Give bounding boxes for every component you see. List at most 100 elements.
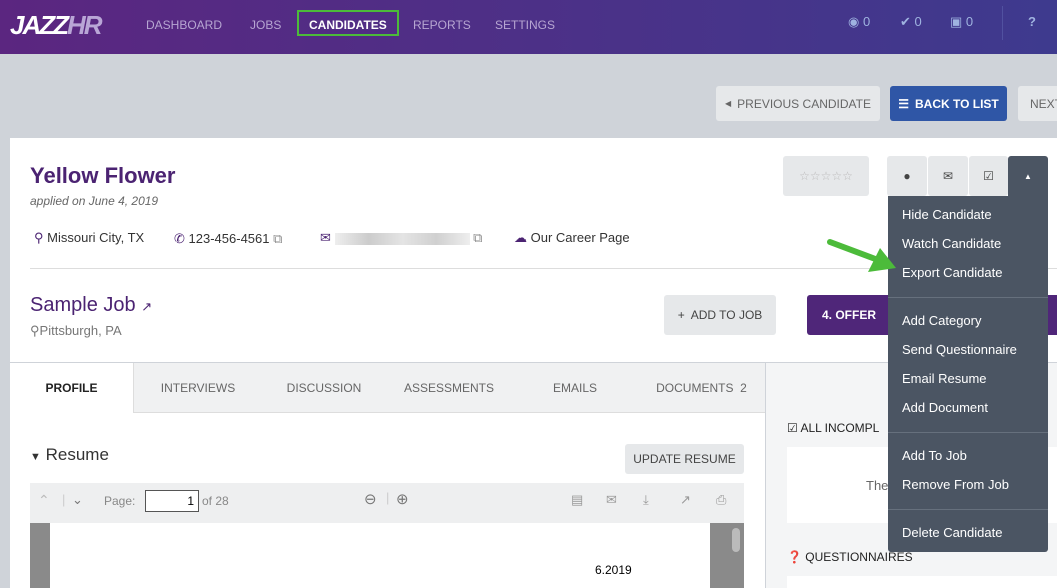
- checkbox-icon: ☑: [787, 421, 798, 435]
- incomplete-tasks-header[interactable]: ☑ ALL INCOMPL: [787, 421, 879, 435]
- phone-icon: ✆: [174, 231, 185, 246]
- menu-add-to-job[interactable]: Add To Job: [902, 448, 967, 463]
- envelope-icon: ✉: [942, 169, 954, 183]
- tab-interviews[interactable]: INTERVIEWS: [134, 363, 262, 413]
- tab-discussion[interactable]: DISCUSSION: [262, 363, 386, 413]
- candidate-phone: ✆ 123-456-4561 ⧉: [174, 231, 282, 247]
- tab-documents-label: DOCUMENTS: [656, 381, 734, 395]
- tab-profile[interactable]: PROFILE: [10, 363, 134, 413]
- copy-icon[interactable]: ⧉: [273, 231, 282, 246]
- top-nav: JAZZHR DASHBOARD JOBS CANDIDATES REPORTS…: [0, 0, 1057, 54]
- list-icon: ☰: [898, 96, 909, 111]
- open-external-icon[interactable]: ↗: [680, 492, 691, 508]
- job-location: ⚲Pittsburgh, PA: [30, 323, 122, 339]
- download-icon[interactable]: ⤓: [643, 492, 649, 508]
- tab-assessments[interactable]: ASSESSMENTS: [386, 363, 512, 413]
- tasks-button[interactable]: ✔ 0: [900, 14, 922, 30]
- green-arrow-annotation: [827, 239, 896, 272]
- caret-left-icon: ◀: [725, 99, 732, 108]
- add-to-job-button[interactable]: + ADD TO JOB: [664, 295, 776, 335]
- eye-icon: ◉: [848, 14, 860, 29]
- more-actions-menu: Hide Candidate Watch Candidate Export Ca…: [888, 196, 1048, 552]
- next-page-icon[interactable]: ⌄: [72, 492, 83, 508]
- external-link-icon[interactable]: ↗: [141, 299, 152, 314]
- candidate-location: ⚲ Missouri City, TX: [34, 230, 144, 246]
- menu-email-resume[interactable]: Email Resume: [902, 371, 987, 386]
- update-resume-button[interactable]: UPDATE RESUME: [625, 444, 744, 474]
- job-title[interactable]: Sample Job ↗: [30, 294, 152, 317]
- pdf-text: 6.2019: [595, 563, 632, 577]
- envelope-icon: ✉: [320, 230, 331, 245]
- tab-documents[interactable]: DOCUMENTS 2: [638, 363, 765, 413]
- toolbar-sep: |: [386, 490, 390, 505]
- comment-button[interactable]: ●: [887, 156, 927, 196]
- menu-remove-from-job[interactable]: Remove From Job: [902, 477, 1009, 492]
- caret-up-icon: ▲: [1024, 171, 1032, 181]
- toolbar-sep: |: [62, 492, 66, 507]
- phone-text: 123-456-4561: [188, 231, 270, 246]
- check-icon: ✔: [900, 14, 911, 29]
- questionnaires-label: QUESTIONNAIRES: [805, 550, 913, 564]
- help-icon[interactable]: ?: [1028, 14, 1036, 29]
- menu-divider: [888, 432, 1048, 433]
- task-button[interactable]: ☑: [969, 156, 1008, 196]
- menu-hide-candidate[interactable]: Hide Candidate: [902, 207, 992, 222]
- add-to-job-label: ADD TO JOB: [690, 308, 763, 322]
- nav-dashboard[interactable]: DASHBOARD: [136, 14, 232, 36]
- menu-divider: [888, 509, 1048, 510]
- menu-export-candidate[interactable]: Export Candidate: [902, 265, 1002, 280]
- questionnaires-box: [787, 576, 1057, 588]
- candidate-name: Yellow Flower: [30, 163, 176, 188]
- inbox-button[interactable]: ▣ 0: [950, 14, 973, 30]
- pdf-page: [50, 523, 710, 588]
- location-text: Missouri City, TX: [47, 230, 145, 245]
- previous-candidate-button[interactable]: ◀ PREVIOUS CANDIDATE: [716, 86, 880, 121]
- menu-watch-candidate[interactable]: Watch Candidate: [902, 236, 1001, 251]
- comment-icon: ●: [903, 169, 911, 183]
- email-button[interactable]: ✉: [928, 156, 968, 196]
- nav-candidates[interactable]: CANDIDATES: [297, 10, 399, 36]
- back-label: BACK TO LIST: [914, 96, 999, 111]
- menu-delete-candidate[interactable]: Delete Candidate: [902, 525, 1002, 540]
- nav-divider: [1002, 6, 1003, 40]
- next-candidate-button[interactable]: NEXT: [1018, 86, 1057, 121]
- inbox-count: 0: [965, 14, 974, 29]
- prev-page-icon[interactable]: ⌃: [38, 492, 50, 509]
- questionnaires-header[interactable]: ❓ QUESTIONNAIRES: [787, 550, 913, 564]
- incomplete-label: ALL INCOMPL: [800, 421, 880, 435]
- previous-label: PREVIOUS CANDIDATE: [737, 96, 871, 111]
- candidate-email: ✉ ⧉: [320, 230, 482, 246]
- tab-emails[interactable]: EMAILS: [512, 363, 638, 413]
- logo-text: JAZZ: [10, 10, 69, 40]
- print-icon[interactable]: ⎙: [716, 492, 726, 508]
- jazzhr-logo[interactable]: JAZZHR: [10, 10, 103, 41]
- zoom-in-icon[interactable]: ⊕: [396, 490, 409, 508]
- nav-settings[interactable]: SETTINGS: [485, 14, 565, 36]
- watching-button[interactable]: ◉ 0: [848, 14, 870, 30]
- pdf-scrollbar[interactable]: [732, 528, 740, 552]
- document-icon[interactable]: ▤: [571, 492, 583, 508]
- applied-date: applied on June 4, 2019: [30, 194, 159, 208]
- nav-reports[interactable]: REPORTS: [403, 14, 481, 36]
- page-input[interactable]: [145, 490, 199, 512]
- resume-heading[interactable]: ▼ Resume: [30, 445, 109, 465]
- copy-icon[interactable]: ⧉: [473, 230, 482, 245]
- cloud-icon: ☁: [514, 230, 527, 245]
- question-icon: ❓: [787, 550, 802, 564]
- zoom-out-icon[interactable]: ⊖: [364, 490, 377, 508]
- more-actions-button[interactable]: ▲: [1008, 156, 1048, 196]
- map-pin-icon: ⚲: [30, 323, 40, 338]
- menu-send-questionnaire[interactable]: Send Questionnaire: [902, 342, 1017, 357]
- logo-text-hr: HR: [67, 10, 103, 40]
- back-to-list-button[interactable]: ☰ BACK TO LIST: [890, 86, 1007, 121]
- star-rating[interactable]: ☆☆☆☆☆: [783, 156, 869, 196]
- map-pin-icon: ⚲: [34, 230, 44, 245]
- candidate-source: ☁ Our Career Page: [514, 230, 630, 246]
- job-location-text: Pittsburgh, PA: [39, 323, 122, 338]
- documents-count: 2: [740, 381, 747, 395]
- page-label: Page:: [104, 494, 136, 508]
- email-icon[interactable]: ✉: [606, 492, 617, 508]
- menu-add-document[interactable]: Add Document: [902, 400, 988, 415]
- menu-add-category[interactable]: Add Category: [902, 313, 982, 328]
- nav-jobs[interactable]: JOBS: [240, 14, 291, 36]
